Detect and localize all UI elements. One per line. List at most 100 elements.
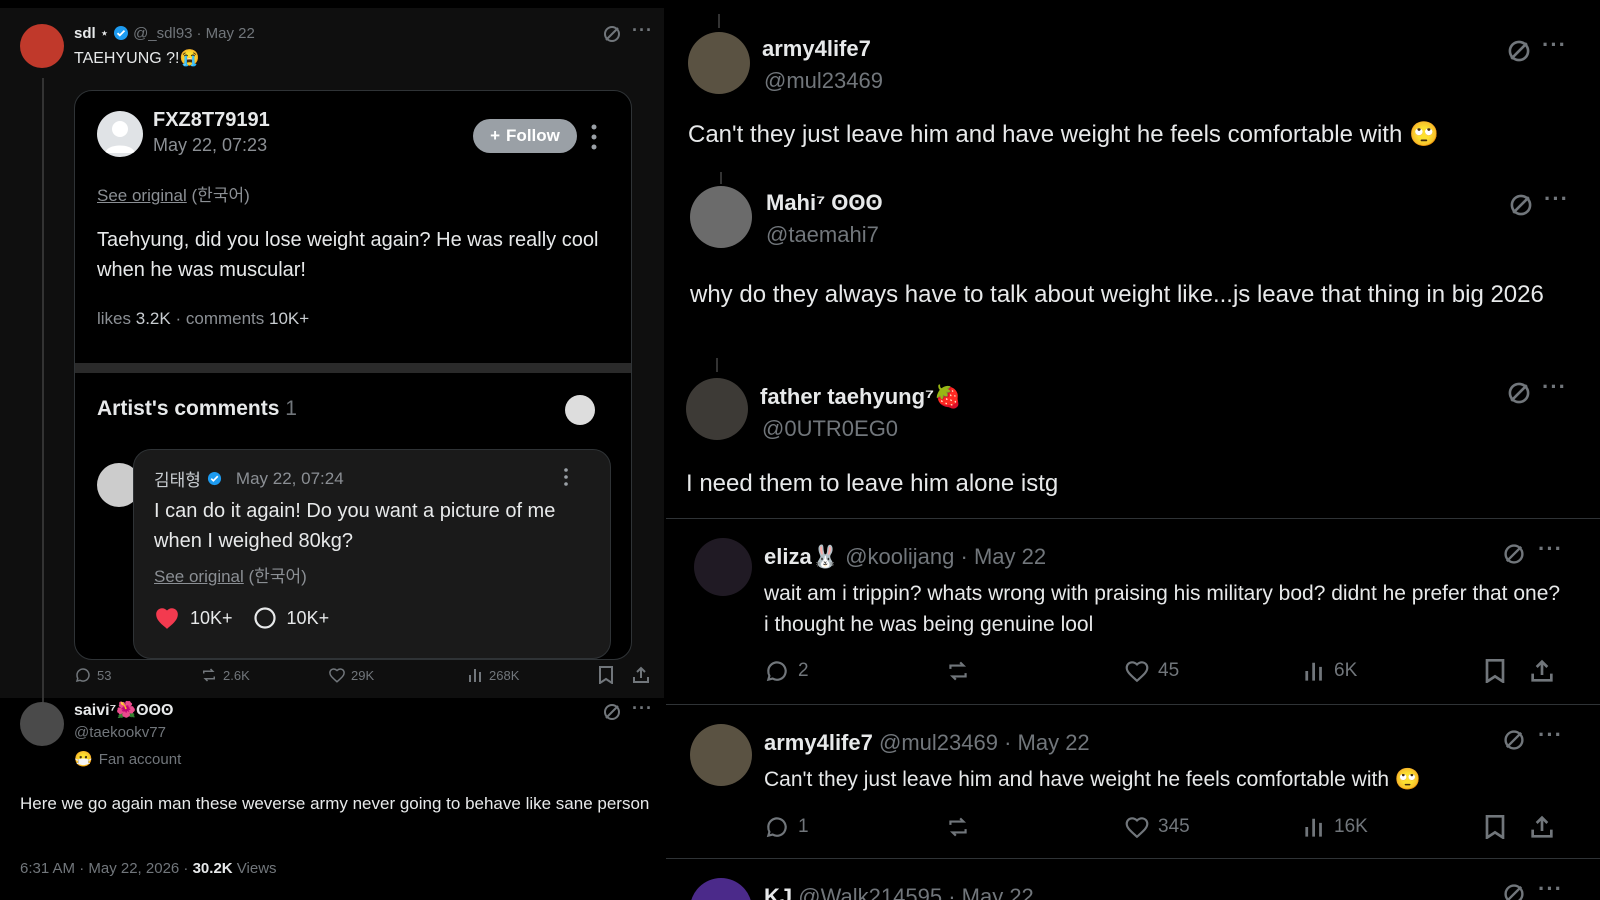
repost-action[interactable]: 2.6K [200, 666, 250, 684]
views-action[interactable]: 6K [1304, 660, 1357, 682]
thread-line [42, 78, 44, 708]
likes-value: 3.2K [135, 309, 171, 328]
bookmark-icon[interactable] [598, 666, 614, 684]
post-date[interactable]: · May 22 [948, 884, 1034, 900]
card-body: Taehyung, did you lose weight again? He … [97, 229, 599, 281]
avatar[interactable] [688, 32, 750, 94]
more-icon[interactable]: ··· [632, 20, 653, 41]
author-name[interactable]: army4life7 [764, 730, 873, 755]
fan-account-badge: Fan account [98, 750, 182, 768]
author-name[interactable]: sdl [74, 25, 96, 42]
avatar[interactable] [686, 378, 748, 440]
likes-label: likes [97, 309, 132, 328]
reply-action[interactable]: 2 [764, 658, 809, 684]
user-avatar [97, 111, 143, 157]
views-action[interactable]: 268K [468, 667, 519, 683]
share-icon[interactable] [1530, 659, 1554, 683]
avatar[interactable] [694, 538, 752, 596]
post-date[interactable]: · May 22 [1004, 730, 1090, 755]
reply-kebab-icon[interactable] [564, 468, 568, 486]
card-divider [75, 363, 631, 373]
like-action[interactable]: 29K [328, 666, 374, 684]
author-handle[interactable]: @_sdl93 [133, 25, 192, 42]
mask-icon: 😷 [74, 751, 93, 768]
card-time: May 22, 07:23 [153, 135, 268, 155]
separator [666, 518, 1600, 519]
like-action[interactable]: 345 [1124, 815, 1190, 839]
author-handle[interactable]: @taekookv77 [74, 724, 166, 741]
more-icon[interactable]: ··· [1538, 876, 1563, 900]
author-name[interactable]: KJ [764, 884, 792, 900]
grok-icon[interactable] [1502, 542, 1526, 566]
comments-label: comments [185, 309, 265, 328]
share-icon[interactable] [632, 666, 650, 684]
author-handle[interactable]: @koolijang [845, 544, 954, 569]
post-timestamp[interactable]: 6:31 AM · May 22, 2026 · [20, 860, 188, 877]
grok-icon[interactable] [1506, 38, 1532, 64]
more-icon[interactable]: ··· [1538, 536, 1563, 562]
grok-icon[interactable] [1502, 728, 1526, 752]
bookmark-icon[interactable] [1484, 815, 1506, 839]
like-action[interactable]: 45 [1124, 659, 1179, 683]
avatar[interactable] [20, 24, 64, 68]
repost-action[interactable] [944, 658, 972, 684]
avatar[interactable] [690, 724, 752, 786]
left-panel: sdl ⋆ @_sdl93 · May 22 ··· TAEHYUNG ?!😭 … [0, 0, 666, 900]
tweet-actions: 2 45 6K [764, 656, 1580, 686]
grok-icon[interactable] [1502, 882, 1526, 900]
reply-name: 김태형 [154, 471, 201, 490]
embedded-screenshot-card[interactable]: FXZ8T79191 May 22, 07:23 + Follow See ori… [74, 90, 632, 660]
card-user: FXZ8T79191 [153, 109, 270, 131]
reply-action[interactable]: 53 [74, 666, 111, 684]
views-action[interactable]: 16K [1304, 816, 1368, 838]
author-name[interactable]: father taehyung⁷🍓 [760, 384, 962, 410]
kebab-icon[interactable] [591, 123, 597, 151]
comment-icon[interactable] [253, 606, 277, 630]
author-handle[interactable]: @mul23469 [764, 68, 883, 94]
heart-icon[interactable] [154, 606, 180, 630]
post-date[interactable]: · May 22 [961, 544, 1047, 569]
artist-avatar-icon[interactable] [565, 395, 595, 425]
author-star: ⋆ [99, 25, 110, 42]
repost-action[interactable] [944, 814, 972, 840]
tweet-text: Can't they just leave him and have weigh… [764, 768, 1421, 791]
see-original-link[interactable]: See original [97, 186, 187, 205]
more-icon[interactable]: ··· [1542, 32, 1567, 58]
post-text: TAEHYUNG ?!😭 [74, 50, 200, 67]
plus-icon: + [490, 126, 501, 145]
share-icon[interactable] [1530, 815, 1554, 839]
see-original-link[interactable]: See original [154, 567, 244, 586]
author-name[interactable]: eliza🐰 [764, 544, 839, 569]
artist-comments-count: 1 [285, 397, 297, 420]
bookmark-icon[interactable] [1484, 659, 1506, 683]
grok-icon[interactable] [1506, 380, 1532, 406]
verified-icon [113, 25, 129, 41]
avatar[interactable] [690, 186, 752, 248]
thread-panel: army4life7 @mul23469 ··· Can't they just… [666, 0, 1600, 518]
author-handle[interactable]: @mul23469 [879, 730, 998, 755]
comments-value: 10K+ [269, 309, 310, 328]
post-date[interactable]: · May 22 [197, 25, 255, 42]
avatar[interactable] [20, 702, 64, 746]
author-handle[interactable]: @Walk214595 [798, 884, 942, 900]
more-icon[interactable]: ··· [1544, 186, 1569, 212]
more-icon[interactable]: ··· [1538, 722, 1563, 748]
grok-icon[interactable] [1508, 192, 1534, 218]
follow-button[interactable]: + Follow [473, 119, 577, 153]
author-name[interactable]: Mahi⁷ ʘʘʘ [766, 190, 883, 216]
more-icon[interactable]: ··· [632, 698, 653, 719]
reply-comments: 10K+ [286, 607, 330, 628]
grok-icon[interactable] [602, 24, 622, 44]
author-handle[interactable]: @0UTR0EG0 [762, 416, 898, 442]
reply-action[interactable]: 1 [764, 814, 809, 840]
grok-icon[interactable] [602, 702, 622, 722]
avatar[interactable] [690, 878, 752, 900]
reply-time: May 22, 07:24 [235, 468, 344, 488]
author-name[interactable]: saivi⁷🌺ʘʘʘ [74, 700, 173, 720]
lang-label: (한국어) [191, 186, 250, 205]
author-name[interactable]: army4life7 [762, 36, 871, 62]
reply-likes: 10K+ [190, 607, 233, 628]
more-icon[interactable]: ··· [1542, 374, 1567, 400]
quote-post: sdl ⋆ @_sdl93 · May 22 ··· TAEHYUNG ?!😭 … [0, 8, 666, 708]
author-handle[interactable]: @taemahi7 [766, 222, 879, 248]
